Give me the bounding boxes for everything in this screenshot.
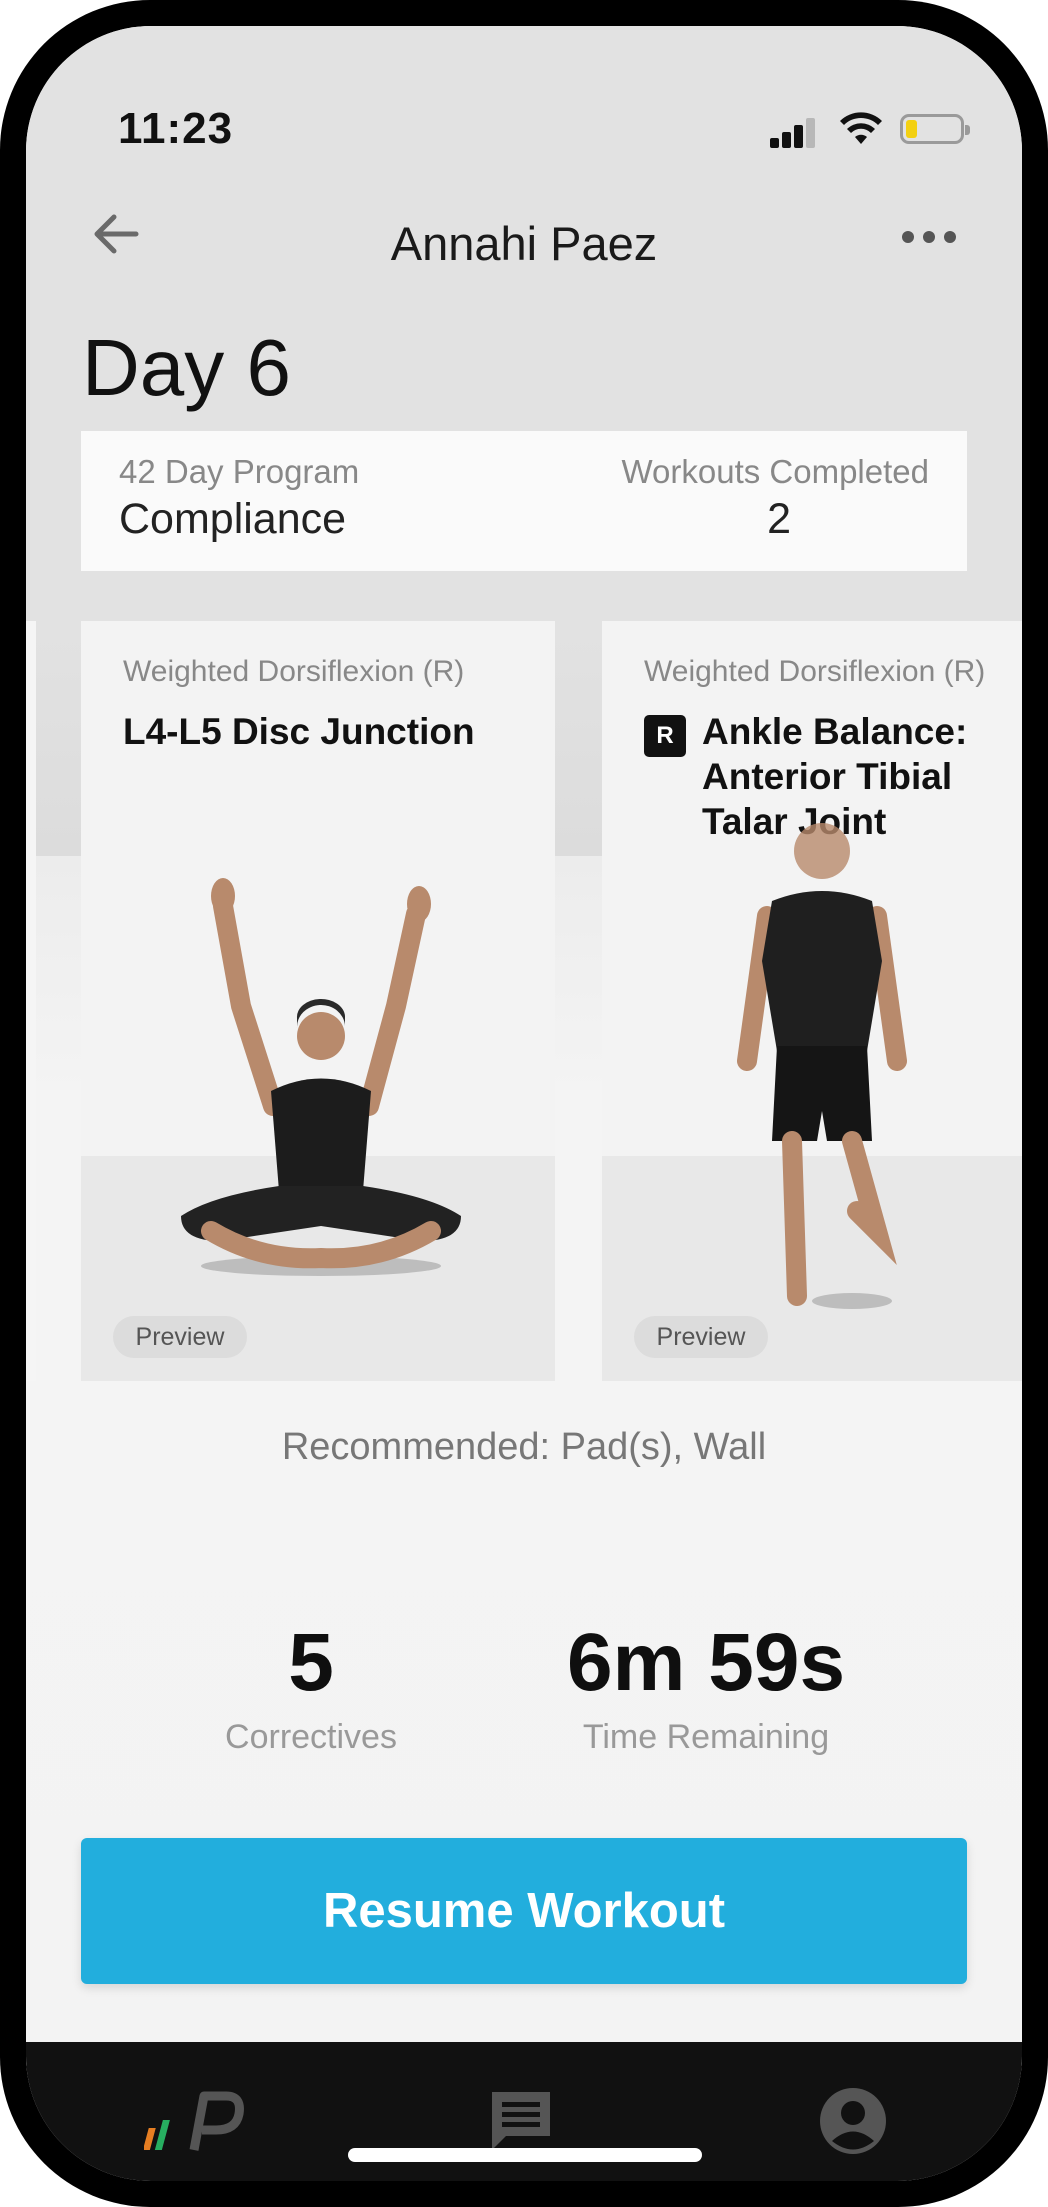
correctives-label: Correctives xyxy=(225,1718,397,1756)
app-screen: 11:23 Annahi Paez Day 6 42 Day Program C… xyxy=(26,26,1022,2181)
right-side-badge: R xyxy=(644,715,686,757)
program-label: 42 Day Program xyxy=(119,453,360,490)
exercise-subtitle: Weighted Dorsiflexion (R) xyxy=(123,655,465,688)
workouts-completed-label: Workouts Completed xyxy=(621,453,929,490)
phone-frame: 11:23 Annahi Paez Day 6 42 Day Program C… xyxy=(0,0,1048,2207)
correctives-count: 5 xyxy=(288,1617,334,1708)
preview-button[interactable]: Preview xyxy=(113,1316,247,1358)
previous-card-edge[interactable] xyxy=(26,621,36,1381)
exercise-card[interactable]: Weighted Dorsiflexion (R) L4-L5 Disc Jun… xyxy=(81,621,555,1381)
recommended-equipment: Recommended: Pad(s), Wall xyxy=(281,1426,767,1468)
home-indicator[interactable] xyxy=(348,2148,702,2162)
exercise-subtitle: Weighted Dorsiflexion (R) xyxy=(644,655,986,688)
seated-exercise-figure xyxy=(181,878,461,1276)
page-title: Annahi Paez xyxy=(390,217,658,270)
program-stats-card: 42 Day Program Compliance Workouts Compl… xyxy=(81,431,967,571)
day-heading: Day 6 xyxy=(82,323,291,412)
status-time: 11:23 xyxy=(118,104,234,153)
messages-tab-icon[interactable] xyxy=(486,2086,556,2156)
preview-button[interactable]: Preview xyxy=(634,1316,768,1358)
time-remaining-value: 6m 59s xyxy=(566,1617,846,1708)
profile-tab-icon[interactable] xyxy=(818,2086,888,2156)
resume-workout-button[interactable]: Resume Workout xyxy=(81,1838,967,1984)
exercise-title: L4-L5 Disc Junction xyxy=(123,711,475,752)
cellular-signal-icon xyxy=(770,116,816,148)
app-logo-tab-icon[interactable] xyxy=(144,2086,244,2156)
compliance-label: Compliance xyxy=(119,495,347,543)
standing-exercise-figure xyxy=(737,823,907,1309)
wifi-icon xyxy=(840,112,882,144)
workouts-completed-value: 2 xyxy=(767,495,791,543)
time-remaining-label: Time Remaining xyxy=(582,1718,830,1756)
battery-icon xyxy=(900,114,970,144)
more-options-icon[interactable] xyxy=(902,226,958,246)
exercise-card[interactable]: Weighted Dorsiflexion (R) R Ankle Balanc… xyxy=(602,621,1022,1381)
